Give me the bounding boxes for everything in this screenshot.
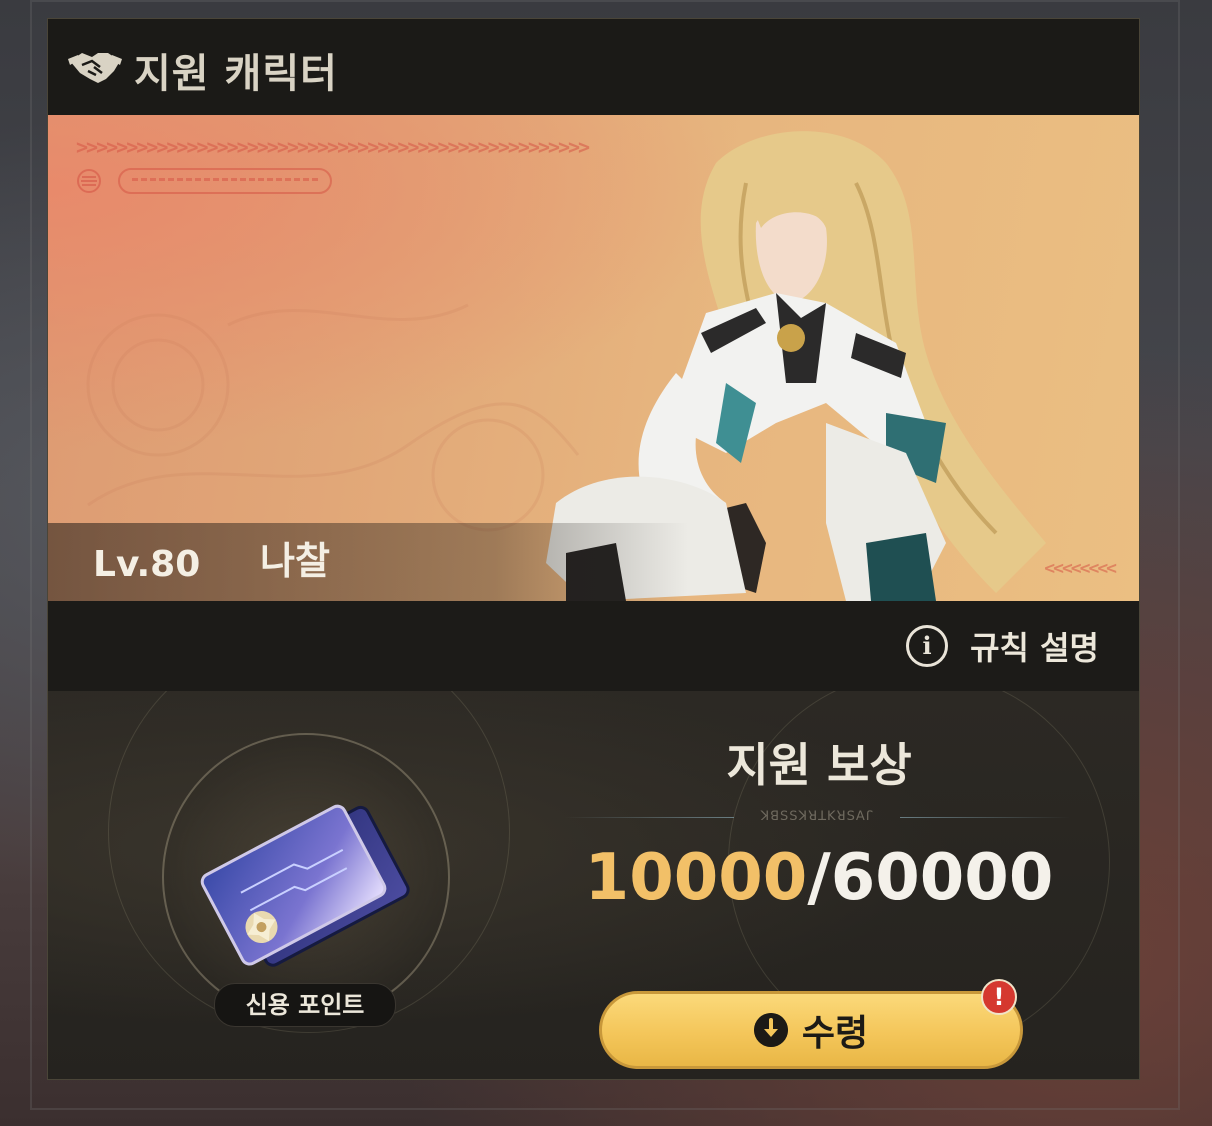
support-reward-title: 지원 보상 bbox=[726, 738, 912, 792]
banner-swirl-pattern bbox=[86, 303, 580, 532]
rules-button[interactable]: i 규칙 설명 bbox=[906, 623, 1099, 669]
divider-glyph-text: ꓘꓭꓢꓢꓘꓤꓕꓗꓤꓢꓮꓩ bbox=[760, 809, 874, 824]
character-name-bar: Lv.80 나찰 bbox=[48, 523, 688, 601]
brand-emblem-icon bbox=[77, 169, 101, 193]
title-divider: ꓘꓭꓢꓢꓘꓤꓕꓗꓤꓢꓮꓩ bbox=[564, 809, 1070, 829]
reward-section: 신용 포인트 지원 보상 ꓘꓭꓢꓢꓘꓤꓕꓗꓤꓢꓮꓩ 10000/60000 수령… bbox=[48, 691, 1139, 1079]
banner-chevron-strip: >>>>>>>>>>>>>>>>>>>>>>>>>>>>>>>>>>>>>>>>… bbox=[76, 135, 590, 159]
character-banner[interactable]: >>>>>>>>>>>>>>>>>>>>>>>>>>>>>>>>>>>>>>>>… bbox=[48, 115, 1139, 601]
credit-card-icon[interactable] bbox=[188, 791, 428, 991]
rules-bar: i 규칙 설명 bbox=[48, 601, 1139, 691]
panel-header: 지원 캐릭터 bbox=[48, 19, 1139, 115]
download-icon bbox=[753, 1013, 788, 1047]
progress-max: 60000 bbox=[830, 841, 1054, 915]
handshake-icon bbox=[68, 53, 122, 83]
support-character-panel: 지원 캐릭터 >>>>>>>>>>>>>>>>>>>>>>>>>>>>>>>>>… bbox=[47, 18, 1140, 1080]
banner-code-label bbox=[118, 168, 332, 194]
character-name: 나찰 bbox=[260, 539, 330, 583]
progress-current: 10000 bbox=[584, 841, 808, 915]
banner-chevron-strip-right: <<<<<<<< bbox=[1044, 558, 1117, 579]
claim-label: 수령 bbox=[801, 1013, 869, 1054]
character-level: Lv.80 bbox=[93, 544, 201, 585]
reward-progress: 10000/60000 bbox=[568, 841, 1070, 915]
progress-separator: / bbox=[807, 841, 831, 915]
info-icon: i bbox=[906, 625, 949, 667]
rules-label: 규칙 설명 bbox=[970, 629, 1099, 667]
reward-item-name: 신용 포인트 bbox=[214, 983, 396, 1027]
alert-badge-icon: ! bbox=[981, 979, 1017, 1015]
claim-button[interactable]: 수령 bbox=[599, 991, 1023, 1069]
panel-title: 지원 캐릭터 bbox=[134, 51, 338, 97]
